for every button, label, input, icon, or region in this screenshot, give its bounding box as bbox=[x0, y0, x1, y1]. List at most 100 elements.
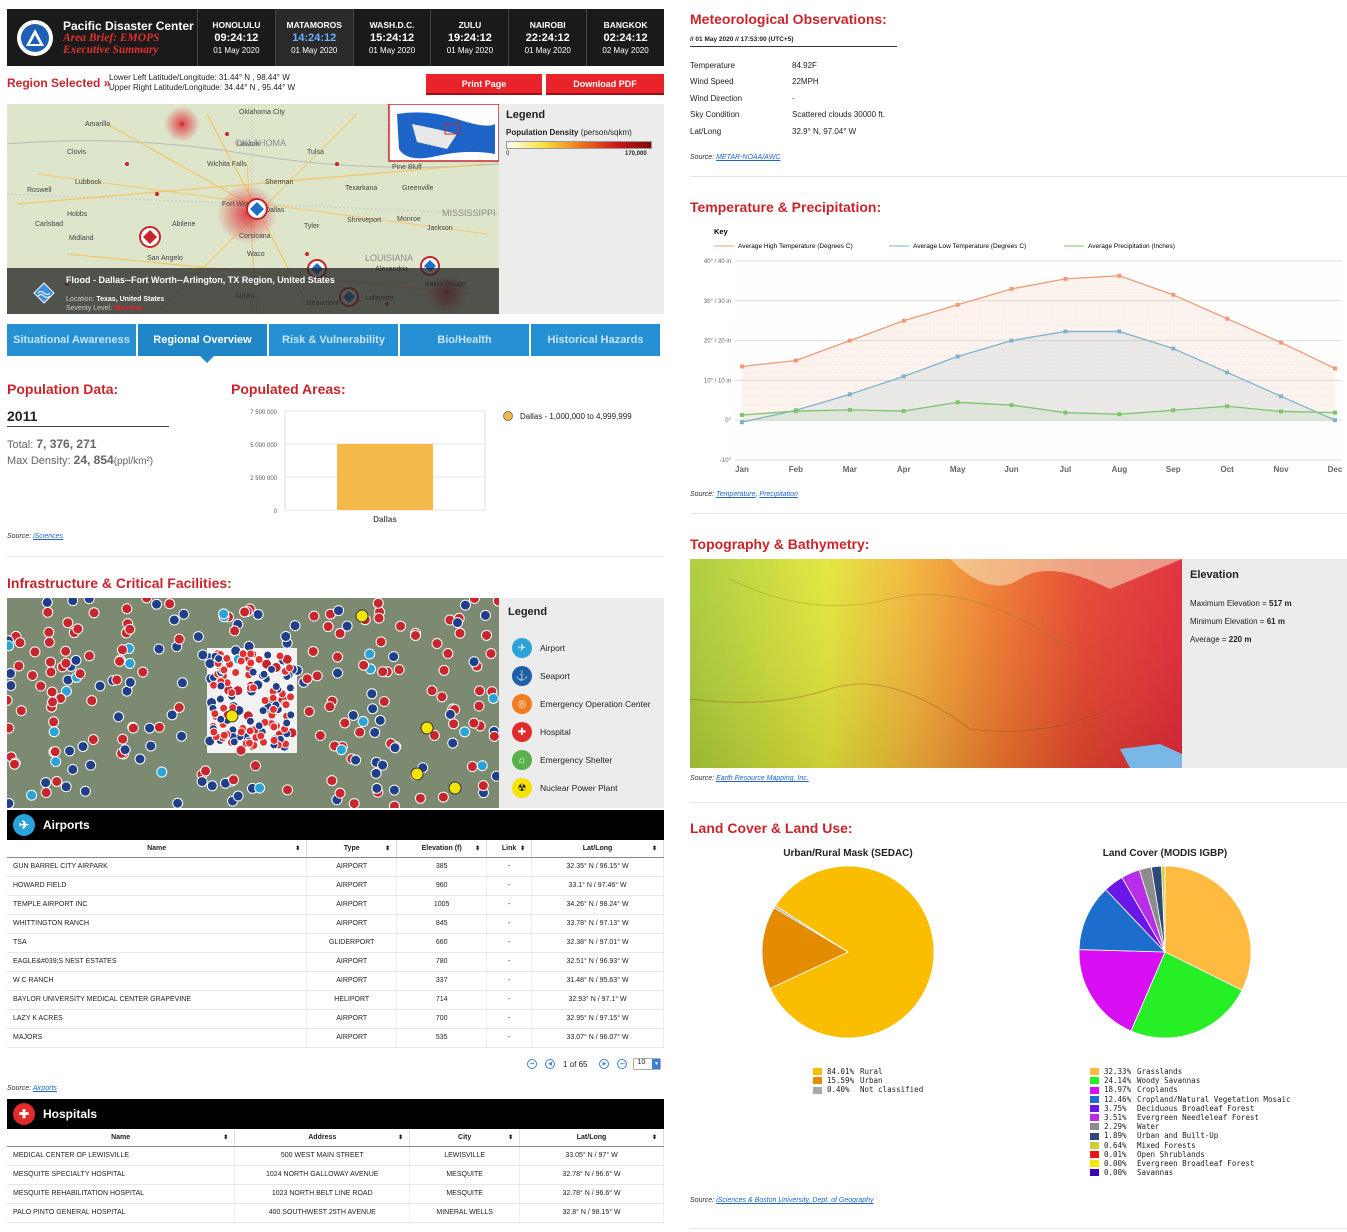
facility-marker-icon[interactable] bbox=[244, 738, 254, 748]
airport-marker-icon[interactable] bbox=[367, 703, 379, 715]
airport-marker-icon[interactable] bbox=[350, 754, 362, 766]
data-point[interactable] bbox=[740, 364, 744, 369]
hospital-marker-icon[interactable] bbox=[239, 606, 251, 618]
hospital-marker-icon[interactable] bbox=[116, 644, 128, 656]
facility-marker-icon[interactable] bbox=[284, 663, 294, 673]
tab-historical-hazards[interactable]: Historical Hazards bbox=[531, 324, 662, 356]
airport-marker-icon[interactable] bbox=[357, 716, 369, 728]
data-point[interactable] bbox=[955, 354, 960, 359]
data-point[interactable] bbox=[1117, 273, 1122, 278]
sort-icon[interactable]: ⬍ bbox=[223, 1134, 228, 1141]
hospital-marker-icon[interactable] bbox=[43, 636, 55, 648]
table-row[interactable]: EAGLE&#039;S NEST ESTATES AIRPORT 780-32.5… bbox=[7, 952, 664, 972]
airport-marker-icon[interactable] bbox=[218, 608, 230, 620]
airport-marker-icon[interactable] bbox=[364, 648, 376, 660]
table-row[interactable]: W C RANCH AIRPORT 337-31.48° N / 95.63° W bbox=[7, 971, 664, 991]
airport-marker-icon[interactable] bbox=[377, 759, 389, 771]
sort-icon[interactable]: ⬍ bbox=[295, 845, 300, 852]
airport-marker-icon[interactable] bbox=[168, 614, 180, 626]
facility-marker-icon[interactable] bbox=[285, 692, 295, 702]
hospital-marker-icon[interactable] bbox=[200, 765, 212, 777]
airport-marker-icon[interactable] bbox=[206, 780, 218, 792]
hospital-marker-icon[interactable] bbox=[474, 685, 486, 697]
hospital-marker-icon[interactable] bbox=[438, 664, 450, 676]
facility-marker-icon[interactable] bbox=[268, 704, 278, 714]
airport-marker-icon[interactable] bbox=[7, 668, 16, 680]
hospital-marker-icon[interactable] bbox=[43, 626, 55, 638]
column-header[interactable]: Name ⬍ bbox=[7, 1129, 236, 1147]
data-point[interactable] bbox=[955, 400, 960, 405]
hospital-marker-icon[interactable] bbox=[307, 645, 319, 657]
airport-marker-icon[interactable] bbox=[94, 680, 106, 692]
airport-marker-icon[interactable] bbox=[26, 789, 38, 801]
data-point[interactable] bbox=[1009, 286, 1014, 291]
nuclear-marker-icon[interactable] bbox=[355, 609, 369, 623]
data-point[interactable] bbox=[1279, 394, 1284, 399]
hospital-marker-icon[interactable] bbox=[114, 655, 126, 667]
table-row[interactable]: LAZY K ACRES AIRPORT 700-32.95° N / 97.15°… bbox=[7, 1009, 664, 1029]
facility-marker-icon[interactable] bbox=[236, 727, 246, 737]
table-row[interactable]: TSA GLIDERPORT 660-32.38° N / 97.01° W bbox=[7, 933, 664, 953]
nuclear-marker-icon[interactable] bbox=[420, 721, 434, 735]
sort-icon[interactable]: ⬍ bbox=[385, 845, 390, 852]
hospital-marker-icon[interactable] bbox=[45, 666, 57, 678]
hospital-marker-icon[interactable] bbox=[86, 695, 98, 707]
facility-marker-icon[interactable] bbox=[267, 664, 277, 674]
sort-icon[interactable]: ⬍ bbox=[475, 845, 480, 852]
hospital-marker-icon[interactable] bbox=[87, 734, 99, 746]
facility-marker-icon[interactable] bbox=[248, 683, 258, 693]
data-point[interactable] bbox=[1009, 338, 1014, 343]
facility-marker-icon[interactable] bbox=[282, 718, 292, 728]
hospital-marker-icon[interactable] bbox=[303, 705, 315, 717]
column-header[interactable]: City ⬍ bbox=[409, 1129, 521, 1147]
hospital-marker-icon[interactable] bbox=[173, 633, 185, 645]
airport-marker-icon[interactable] bbox=[452, 617, 464, 629]
hospital-marker-icon[interactable] bbox=[47, 696, 59, 708]
hospital-marker-icon[interactable] bbox=[409, 629, 421, 641]
hospital-marker-icon[interactable] bbox=[473, 700, 485, 712]
airport-marker-icon[interactable] bbox=[252, 608, 264, 620]
airport-marker-icon[interactable] bbox=[459, 726, 471, 738]
facility-marker-icon[interactable] bbox=[260, 695, 270, 705]
data-point[interactable] bbox=[1063, 276, 1068, 281]
hospital-marker-icon[interactable] bbox=[324, 701, 336, 713]
airport-marker-icon[interactable] bbox=[176, 677, 188, 689]
hospital-marker-icon[interactable] bbox=[29, 646, 41, 658]
tab-bio-health[interactable]: Bio/Health bbox=[400, 324, 531, 356]
facility-marker-icon[interactable] bbox=[256, 731, 266, 741]
hospital-marker-icon[interactable] bbox=[334, 787, 346, 799]
hospital-marker-icon[interactable] bbox=[358, 659, 370, 671]
data-point[interactable] bbox=[1225, 404, 1230, 409]
hospital-marker-icon[interactable] bbox=[348, 798, 360, 808]
hospital-marker-icon[interactable] bbox=[314, 730, 326, 742]
hospital-marker-icon[interactable] bbox=[40, 787, 52, 799]
airport-marker-icon[interactable] bbox=[447, 737, 459, 749]
column-header[interactable]: Type ⬍ bbox=[306, 840, 398, 858]
airport-marker-icon[interactable] bbox=[196, 776, 208, 788]
data-point[interactable] bbox=[1279, 340, 1284, 345]
hospital-marker-icon[interactable] bbox=[117, 733, 129, 745]
facility-marker-icon[interactable] bbox=[263, 650, 273, 660]
hospital-marker-icon[interactable] bbox=[51, 775, 63, 787]
prev-page-icon[interactable]: ◀ bbox=[545, 1059, 555, 1069]
data-point[interactable] bbox=[1225, 370, 1230, 375]
facility-marker-icon[interactable] bbox=[259, 669, 269, 679]
facility-marker-icon[interactable] bbox=[254, 721, 264, 731]
data-point[interactable] bbox=[793, 409, 798, 414]
table-row[interactable]: PALO PINTO GENERAL HOSPITAL 400 SOUTHWEST… bbox=[7, 1203, 664, 1223]
facility-marker-icon[interactable] bbox=[219, 665, 229, 675]
airport-marker-icon[interactable] bbox=[64, 745, 76, 757]
facility-marker-icon[interactable] bbox=[231, 668, 241, 678]
print-page-button[interactable]: Print Page bbox=[426, 74, 542, 95]
nuclear-marker-icon[interactable] bbox=[410, 767, 424, 781]
airport-marker-icon[interactable] bbox=[389, 742, 401, 754]
airport-marker-icon[interactable] bbox=[48, 726, 60, 738]
hospital-marker-icon[interactable] bbox=[311, 670, 323, 682]
hospital-marker-icon[interactable] bbox=[7, 694, 13, 706]
airport-marker-icon[interactable] bbox=[374, 714, 386, 726]
airport-marker-icon[interactable] bbox=[40, 777, 52, 789]
hospital-marker-icon[interactable] bbox=[7, 722, 15, 734]
facility-marker-icon[interactable] bbox=[216, 681, 226, 691]
data-point[interactable] bbox=[847, 338, 852, 343]
hospital-marker-icon[interactable] bbox=[488, 730, 499, 742]
